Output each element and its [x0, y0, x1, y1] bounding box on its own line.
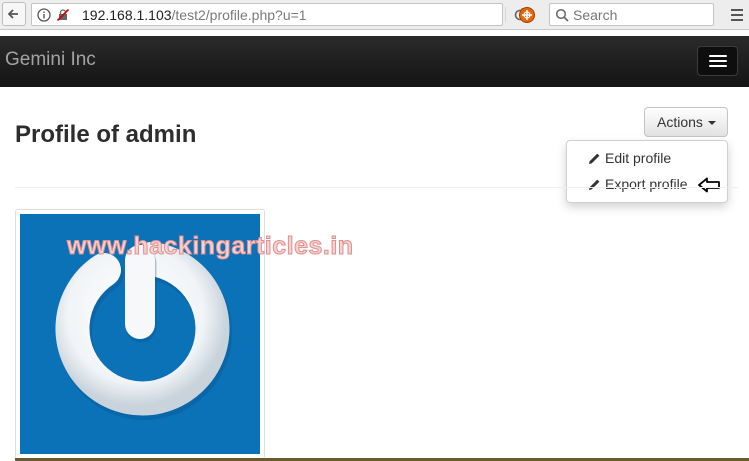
url-host: 192.168.1.103 [82, 7, 172, 23]
actions-dropdown-menu: Edit profile Export profile [566, 140, 728, 203]
search-icon [555, 8, 569, 22]
url-divider [505, 7, 506, 22]
menu-item-edit-profile[interactable]: Edit profile [567, 147, 727, 171]
search-placeholder: Search [573, 7, 618, 23]
browser-menu-icon[interactable] [730, 6, 744, 24]
menu-item-label: Edit profile [605, 150, 672, 166]
brand-link[interactable]: Gemini Inc [5, 49, 96, 71]
caret-down-icon [708, 121, 716, 125]
browser-toolbar: 192.168.1.103/test2/profile.php?u=1 Sear… [0, 0, 749, 30]
address-bar[interactable]: 192.168.1.103/test2/profile.php?u=1 [31, 3, 526, 26]
url-text[interactable]: 192.168.1.103/test2/profile.php?u=1 [82, 7, 307, 23]
info-icon[interactable] [37, 8, 51, 22]
back-button[interactable] [2, 2, 26, 26]
hamburger-icon [709, 60, 727, 62]
pencil-icon [589, 179, 600, 190]
navbar: Gemini Inc [0, 36, 749, 87]
watermark: www.hackingarticles.in [67, 232, 354, 261]
extension-icon[interactable] [518, 6, 536, 24]
actions-label: Actions [657, 114, 703, 130]
hamburger-icon [709, 65, 727, 67]
actions-button[interactable]: Actions [644, 107, 728, 137]
url-path: /test2/profile.php?u=1 [171, 7, 307, 23]
nav-toggle-button[interactable] [697, 46, 738, 76]
pointer-arrow-icon [698, 177, 720, 193]
insecure-lock-icon[interactable] [56, 8, 70, 22]
page-title: Profile of admin [15, 121, 197, 148]
menu-item-export-profile[interactable]: Export profile [567, 173, 727, 197]
back-arrow-icon [7, 9, 18, 19]
pencil-icon [589, 153, 600, 164]
search-box[interactable]: Search [549, 3, 714, 26]
divider [15, 187, 738, 188]
menu-item-label: Export profile [605, 176, 688, 192]
hamburger-icon [709, 55, 727, 57]
